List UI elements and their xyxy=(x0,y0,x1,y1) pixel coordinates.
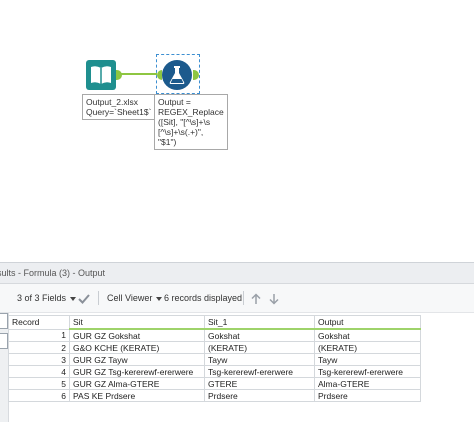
table-row[interactable]: 5 GUR GZ Alma-GTERE GTERE Alma-GTERE xyxy=(8,377,421,390)
record-cell[interactable]: 6 xyxy=(8,389,70,402)
results-panel: sults - Formula (3) - Output 3 of 3 Fiel… xyxy=(0,262,474,422)
record-cell[interactable]: 5 xyxy=(8,377,70,390)
table-row[interactable]: 2 G&O KCHE (KERATE) (KERATE) (KERATE) xyxy=(8,341,421,354)
table-row[interactable]: 1 GUR GZ Gokshat Gokshat Gokshat xyxy=(8,328,421,342)
sit-1-cell[interactable]: Tayw xyxy=(204,353,315,366)
results-table: Record Sit Sit_1 Output 1 GUR GZ Gokshat… xyxy=(8,315,421,402)
output-cell[interactable]: Tsg-kererewf-ererwere xyxy=(314,365,421,378)
annotation-line: ([Sit], "[^\s]+\s xyxy=(158,117,211,127)
results-title-bar: sults - Formula (3) - Output xyxy=(0,262,474,284)
flask-icon xyxy=(169,66,185,84)
output-cell[interactable]: Alma-GTERE xyxy=(314,377,421,390)
annotation-line: REGEX_Replace xyxy=(158,107,224,117)
table-row[interactable]: 4 GUR GZ Tsg-kererewf-ererwere Tsg-kerer… xyxy=(8,365,421,378)
sit-1-cell[interactable]: Gokshat xyxy=(204,328,315,342)
sit-cell[interactable]: GUR GZ Gokshat xyxy=(69,328,205,342)
annotation-line: Output_2.xlsx xyxy=(86,97,138,107)
formula-tool[interactable] xyxy=(162,60,192,90)
chevron-down-icon xyxy=(70,296,77,301)
column-header-record[interactable]: Record xyxy=(8,315,70,330)
sit-cell[interactable]: GUR GZ Tsg-kererewf-ererwere xyxy=(69,365,205,378)
sit-1-cell[interactable]: Tsg-kererewf-ererwere xyxy=(204,365,315,378)
connection-line[interactable] xyxy=(120,73,157,75)
record-cell[interactable]: 3 xyxy=(8,353,70,366)
check-icon xyxy=(78,293,90,304)
sit-1-cell[interactable]: Prdsere xyxy=(204,389,315,402)
annotation-line: "$1") xyxy=(158,137,177,147)
formula-tool-annotation: Output = REGEX_Replace ([Sit], "[^\s]+\s… xyxy=(154,94,228,150)
chevron-down-icon xyxy=(156,296,163,301)
workflow-canvas[interactable]: Output_2.xlsx Query=`Sheet1$` Output = R… xyxy=(0,0,474,262)
table-row[interactable]: 6 PAS KE Prdsere Prdsere Prdsere xyxy=(8,389,421,402)
record-cell[interactable]: 2 xyxy=(8,341,70,354)
annotation-line: Query=`Sheet1$` xyxy=(86,107,152,117)
output-cell[interactable]: Prdsere xyxy=(314,389,421,402)
sit-cell[interactable]: GUR GZ Alma-GTERE xyxy=(69,377,205,390)
results-title: sults - Formula (3) - Output xyxy=(0,268,106,278)
metadata-view-button[interactable] xyxy=(0,333,8,349)
column-header-sit-1[interactable]: Sit_1 xyxy=(204,315,315,330)
book-icon xyxy=(91,66,111,84)
annotation-line: Output = xyxy=(158,97,191,107)
sit-1-cell[interactable]: GTERE xyxy=(204,377,315,390)
arrow-down-icon xyxy=(269,293,279,305)
arrow-up-icon xyxy=(251,293,261,304)
column-header-sit[interactable]: Sit xyxy=(69,315,205,330)
sit-cell[interactable]: G&O KCHE (KERATE) xyxy=(69,341,205,354)
records-count: 6 records displayed xyxy=(164,284,242,312)
record-cell[interactable]: 1 xyxy=(8,328,70,342)
fields-label: 3 of 3 Fields xyxy=(17,293,67,303)
input-tool-annotation: Output_2.xlsx Query=`Sheet1$` xyxy=(82,94,156,120)
scroll-down-button[interactable] xyxy=(268,284,280,312)
scroll-up-button[interactable] xyxy=(250,284,262,312)
table-row[interactable]: 3 GUR GZ Tayw Tayw Tayw xyxy=(8,353,421,366)
sit-cell[interactable]: GUR GZ Tayw xyxy=(69,353,205,366)
sit-cell[interactable]: PAS KE Prdsere xyxy=(69,389,205,402)
sit-1-cell[interactable]: (KERATE) xyxy=(204,341,315,354)
cell-viewer-dropdown[interactable]: Cell Viewer xyxy=(107,284,163,312)
output-cell[interactable]: Tayw xyxy=(314,353,421,366)
table-view-button[interactable] xyxy=(0,313,8,329)
input-data-tool[interactable] xyxy=(86,60,116,90)
record-cell[interactable]: 4 xyxy=(8,365,70,378)
output-cell[interactable]: Gokshat xyxy=(314,328,421,342)
output-cell[interactable]: (KERATE) xyxy=(314,341,421,354)
annotation-line: [^\s]+\s(.+)", xyxy=(158,127,204,137)
cell-viewer-label: Cell Viewer xyxy=(107,293,153,303)
column-header-output[interactable]: Output xyxy=(314,315,421,330)
results-toolbar: 3 of 3 Fields Cell Viewer 6 records disp… xyxy=(0,284,474,313)
input-tool-output-anchor[interactable] xyxy=(116,70,122,80)
fields-dropdown[interactable]: 3 of 3 Fields xyxy=(17,284,77,312)
apply-check-button[interactable] xyxy=(78,284,90,312)
records-label: 6 records displayed xyxy=(164,293,243,303)
